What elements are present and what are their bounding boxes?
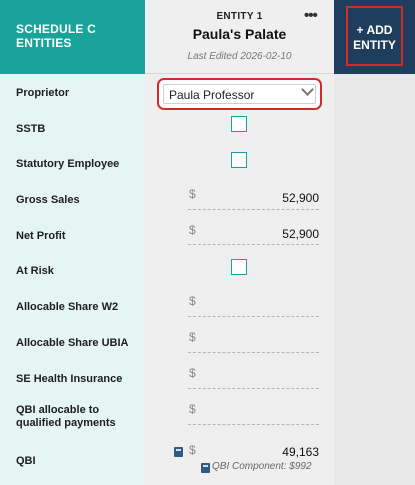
empty-entity-column	[334, 74, 415, 485]
net-profit-currency: $	[189, 223, 196, 237]
more-options-icon[interactable]: •••	[304, 8, 318, 23]
calculator-icon[interactable]	[201, 463, 210, 473]
gross-sales-currency: $	[189, 187, 196, 201]
label-statutory-employee: Statutory Employee	[16, 158, 120, 170]
allocable-share-ubia-underline	[188, 352, 319, 353]
label-allocable-share-w2: Allocable Share W2	[16, 301, 119, 313]
qbi-allocable-underline	[188, 424, 319, 425]
se-health-insurance-underline	[188, 388, 319, 389]
proprietor-select[interactable]: Paula Professor	[157, 78, 322, 110]
net-profit-value: 52,900	[282, 227, 319, 241]
calculator-icon[interactable]	[174, 447, 183, 457]
add-entity-label: + ADD ENTITY	[353, 23, 396, 52]
label-sstb: SSTB	[16, 123, 46, 135]
label-net-profit: Net Profit	[16, 230, 66, 242]
last-edited-text: Last Edited 2026-02-10	[187, 51, 292, 62]
label-qbi-allocable: QBI allocable to qualified payments	[16, 404, 116, 429]
statutory-employee-checkbox[interactable]	[231, 152, 247, 168]
label-se-health-insurance: SE Health Insurance	[16, 373, 123, 385]
se-health-insurance-currency: $	[189, 366, 196, 380]
add-entity-button[interactable]: + ADD ENTITY	[346, 6, 403, 66]
label-allocable-share-ubia: Allocable Share UBIA	[16, 337, 129, 349]
qbi-currency: $	[189, 443, 196, 457]
label-qbi: QBI	[16, 455, 36, 467]
qbi-allocable-currency: $	[189, 402, 196, 416]
label-gross-sales: Gross Sales	[16, 194, 80, 206]
qbi-value: 49,163	[282, 445, 319, 459]
gross-sales-value: 52,900	[282, 191, 319, 205]
label-at-risk: At Risk	[16, 265, 54, 277]
entity-header: ENTITY 1 ••• Paula's Palate Last Edited …	[145, 0, 334, 74]
gross-sales-underline	[188, 209, 319, 210]
label-proprietor: Proprietor	[16, 87, 70, 99]
schedule-c-entities-panel: SCHEDULE C ENTITIES ENTITY 1 ••• Paula's…	[0, 0, 415, 485]
allocable-share-ubia-currency: $	[189, 330, 196, 344]
section-title: SCHEDULE C ENTITIES	[16, 22, 97, 50]
entity-name: Paula's Palate	[192, 26, 287, 42]
proprietor-selected-value: Paula Professor	[169, 88, 255, 102]
net-profit-underline	[188, 244, 319, 245]
sstb-checkbox[interactable]	[231, 116, 247, 132]
section-header: SCHEDULE C ENTITIES	[0, 0, 145, 74]
qbi-component-text: QBI Component: $992	[212, 461, 312, 472]
at-risk-checkbox[interactable]	[231, 259, 247, 275]
allocable-share-w2-currency: $	[189, 294, 196, 308]
allocable-share-w2-underline	[188, 316, 319, 317]
